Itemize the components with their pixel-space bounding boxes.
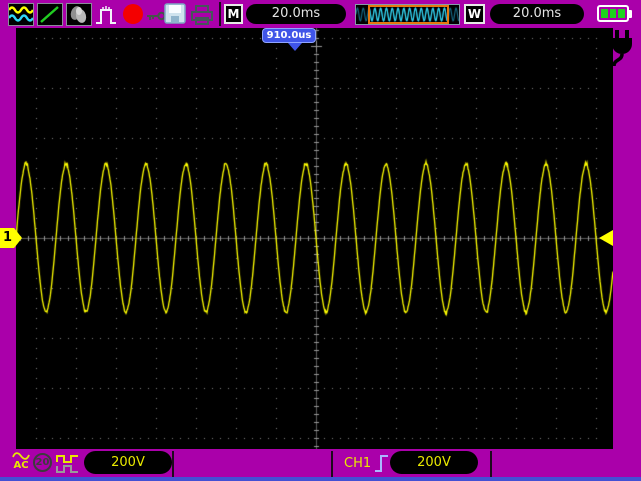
statusbar-divider xyxy=(172,451,174,477)
bottom-accent-line xyxy=(0,477,641,481)
channel-volts-per-div[interactable]: 200V xyxy=(84,451,172,474)
display-area xyxy=(16,28,613,449)
print-icon[interactable] xyxy=(190,4,214,29)
trigger-source-label[interactable]: CH1 xyxy=(344,454,371,473)
attenuation-20-icon[interactable]: 20 xyxy=(33,453,52,472)
statusbar-divider xyxy=(490,451,492,477)
window-timebase-label: W xyxy=(464,4,485,24)
waveform-canvas xyxy=(16,28,613,449)
attenuation-label: 20 xyxy=(35,457,50,468)
battery-bar xyxy=(601,9,608,18)
preview-selection-window[interactable] xyxy=(368,5,449,24)
main-timebase-label: M xyxy=(224,4,243,24)
pulse-icon[interactable] xyxy=(95,4,119,30)
statusbar-divider xyxy=(331,451,333,477)
delay-time-marker[interactable]: 910.0us xyxy=(262,28,316,43)
oscilloscope-app: M 20.0ms W 20.0ms 910.0us 1 AC 20 200V C… xyxy=(0,0,641,481)
key-icon[interactable] xyxy=(146,8,166,27)
coupling-ac-icon[interactable]: AC xyxy=(10,452,32,471)
waveform-preview[interactable] xyxy=(355,4,460,25)
dual-waveform-icon[interactable] xyxy=(7,3,35,26)
status-bar: AC 20 200V CH1 200V xyxy=(0,450,641,477)
ac-plug-icon xyxy=(606,30,638,74)
noise-image-icon[interactable] xyxy=(66,3,92,26)
toolbar: M 20.0ms W 20.0ms xyxy=(0,0,641,28)
save-icon[interactable] xyxy=(164,3,186,28)
battery-nub xyxy=(628,10,632,18)
signal-line-icon[interactable] xyxy=(37,3,63,26)
coupling-label: AC xyxy=(13,460,29,471)
battery-bar xyxy=(609,9,617,18)
rising-edge-icon[interactable] xyxy=(374,452,390,478)
toolbar-divider xyxy=(219,2,221,26)
record-icon[interactable] xyxy=(123,4,143,24)
main-timebase-value[interactable]: 20.0ms xyxy=(246,4,346,24)
square-wave-icon[interactable] xyxy=(56,453,80,479)
battery-icon xyxy=(597,5,632,22)
battery-bar xyxy=(618,9,626,18)
delay-marker-pointer-icon xyxy=(288,43,302,51)
trigger-volts-value[interactable]: 200V xyxy=(390,451,478,474)
window-timebase-value[interactable]: 20.0ms xyxy=(490,4,584,24)
